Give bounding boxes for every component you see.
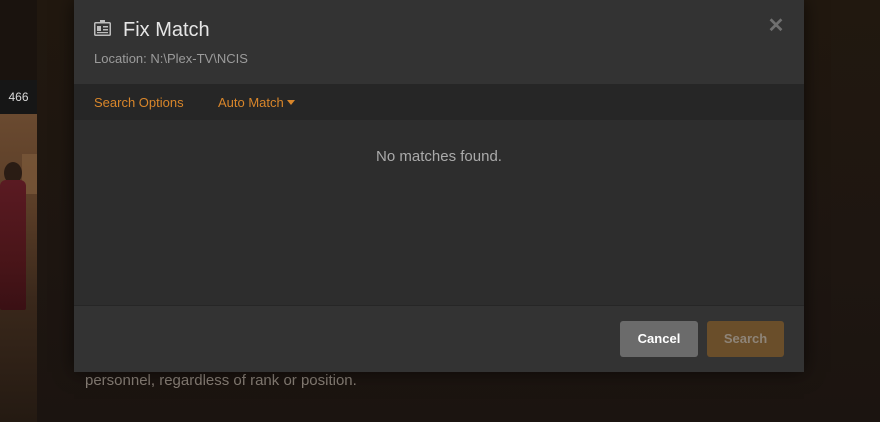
dialog-title: Fix Match (123, 19, 210, 41)
cancel-button[interactable]: Cancel (620, 321, 698, 357)
location-path: Location: N:\Plex-TV\NCIS (94, 51, 248, 66)
empty-results-message: No matches found. (376, 148, 502, 165)
search-button[interactable]: Search (707, 321, 784, 357)
dialog-footer: Cancel Search (74, 305, 804, 372)
caret-down-icon (286, 100, 295, 106)
auto-match-label: Auto Match (218, 95, 284, 110)
dialog-header: Fix Match Location: N:\Plex-TV\NCIS ✕ (74, 0, 804, 84)
poster-figure-body (0, 180, 26, 310)
id-card-icon (94, 20, 111, 36)
background-poster (0, 114, 37, 422)
item-count-badge: 466 (0, 80, 37, 114)
background-summary-text: personnel, regardless of rank or positio… (85, 372, 357, 389)
match-results: No matches found. (74, 120, 804, 305)
auto-match-dropdown[interactable]: Auto Match (218, 95, 295, 111)
close-icon[interactable]: ✕ (764, 14, 788, 38)
options-bar: Search Options Auto Match (74, 84, 804, 120)
search-options-link[interactable]: Search Options (94, 95, 184, 111)
fix-match-dialog: Fix Match Location: N:\Plex-TV\NCIS ✕ Se… (74, 0, 804, 372)
